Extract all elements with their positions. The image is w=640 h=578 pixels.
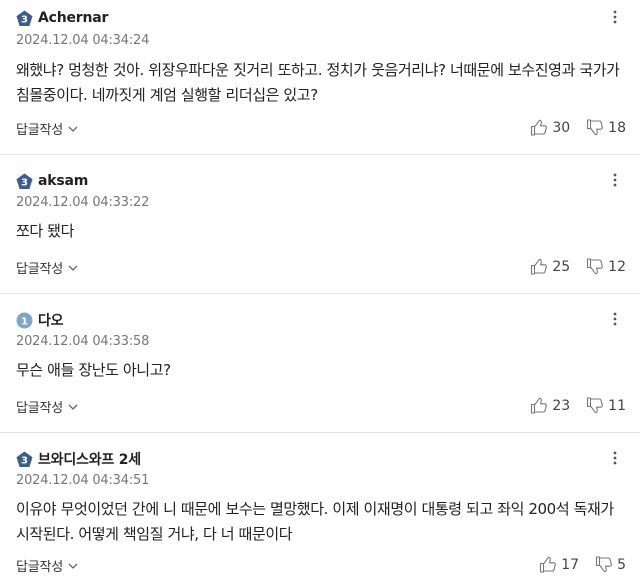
svg-text:3: 3 (21, 455, 28, 466)
reply-button[interactable]: 답글작성 (16, 258, 78, 277)
vote-group: 23 11 (530, 397, 626, 414)
comment-item: 3 브와디스와프 2세 2024.12.04 04:34:51 이유야 무엇이었… (0, 433, 640, 578)
dislike-count: 5 (617, 556, 626, 573)
reply-button-label: 답글작성 (16, 560, 64, 575)
like-count: 17 (561, 556, 580, 573)
chevron-down-icon (68, 399, 78, 414)
vote-group: 17 5 (539, 556, 626, 573)
vote-group: 25 12 (530, 258, 626, 275)
comment-list: 3 Achernar 2024.12.04 04:34:24 왜했냐? 멍청한 … (0, 0, 640, 578)
like-button[interactable]: 25 (530, 258, 570, 275)
kebab-menu-icon[interactable] (612, 450, 618, 466)
svg-text:3: 3 (21, 14, 28, 25)
comment-item: 3 Achernar 2024.12.04 04:34:24 왜했냐? 멍청한 … (0, 0, 640, 155)
comment-footer: 답글작성 30 18 (0, 119, 640, 141)
chevron-down-icon (68, 260, 78, 275)
comment-nickname[interactable]: 브와디스와프 2세 (38, 449, 141, 469)
comment-header: 1 다오 (16, 310, 64, 330)
chevron-down-icon (68, 558, 78, 573)
level-badge-icon: 3 (16, 451, 33, 468)
thumbs-up-icon (531, 258, 548, 275)
comment-nickname[interactable]: Achernar (38, 10, 108, 26)
reply-button[interactable]: 답글작성 (16, 119, 78, 138)
like-count: 30 (552, 119, 571, 136)
dislike-button[interactable]: 11 (586, 397, 626, 414)
comment-text: 쪼다 됐다 (16, 222, 74, 240)
comment-header: 3 aksam (16, 171, 88, 191)
like-button[interactable]: 17 (539, 556, 579, 573)
comment-item: 1 다오 2024.12.04 04:33:58 무슨 애들 장난도 아니고? … (0, 294, 640, 433)
vote-group: 30 18 (530, 119, 626, 136)
thumbs-up-icon (531, 397, 548, 414)
dislike-count: 11 (608, 397, 626, 414)
thumbs-up-icon (540, 556, 557, 573)
thumbs-down-icon (587, 258, 604, 275)
reply-button[interactable]: 답글작성 (16, 556, 78, 575)
kebab-menu-icon[interactable] (612, 311, 618, 327)
dislike-button[interactable]: 12 (586, 258, 626, 275)
reply-button[interactable]: 답글작성 (16, 397, 78, 416)
comment-nickname[interactable]: aksam (38, 173, 88, 189)
dislike-count: 12 (608, 258, 626, 275)
svg-text:3: 3 (21, 177, 28, 188)
kebab-menu-icon[interactable] (612, 172, 618, 188)
svg-text:1: 1 (21, 316, 28, 327)
like-button[interactable]: 30 (530, 119, 570, 136)
dislike-button[interactable]: 18 (586, 119, 626, 136)
like-count: 25 (552, 258, 571, 275)
thumbs-down-icon (587, 397, 604, 414)
chevron-down-icon (68, 121, 78, 136)
thumbs-down-icon (587, 119, 604, 136)
thumbs-down-icon (596, 556, 612, 573)
dislike-count: 18 (608, 119, 626, 136)
comment-text: 왜했냐? 멍청한 것아. 위장우파다운 짓거리 또하고. 정치가 웃음거리냐? … (16, 61, 620, 104)
reply-button-label: 답글작성 (16, 123, 64, 138)
comment-text: 무슨 애들 장난도 아니고? (16, 361, 171, 379)
kebab-menu-icon[interactable] (612, 9, 618, 25)
like-button[interactable]: 23 (530, 397, 570, 414)
comment-date: 2024.12.04 04:33:22 (16, 195, 150, 210)
comment-header: 3 Achernar (16, 8, 108, 28)
level-badge-icon: 1 (16, 312, 33, 329)
comment-date: 2024.12.04 04:34:24 (16, 33, 150, 48)
level-badge-icon: 3 (16, 10, 33, 27)
comment-item: 3 aksam 2024.12.04 04:33:22 쪼다 됐다 답글작성 2… (0, 155, 640, 294)
comment-date: 2024.12.04 04:33:58 (16, 334, 150, 349)
comment-footer: 답글작성 23 11 (0, 397, 640, 419)
dislike-button[interactable]: 5 (595, 556, 626, 573)
reply-button-label: 답글작성 (16, 262, 64, 277)
comment-date: 2024.12.04 04:34:51 (16, 473, 150, 488)
comment-nickname[interactable]: 다오 (38, 310, 64, 330)
comment-text: 이유야 무엇이었던 간에 니 때문에 보수는 멸망했다. 이제 이재명이 대통령… (16, 500, 614, 543)
level-badge-icon: 3 (16, 173, 33, 190)
comment-header: 3 브와디스와프 2세 (16, 449, 141, 469)
comment-footer: 답글작성 25 12 (0, 258, 640, 280)
reply-button-label: 답글작성 (16, 401, 64, 416)
like-count: 23 (552, 397, 571, 414)
thumbs-up-icon (531, 119, 548, 136)
